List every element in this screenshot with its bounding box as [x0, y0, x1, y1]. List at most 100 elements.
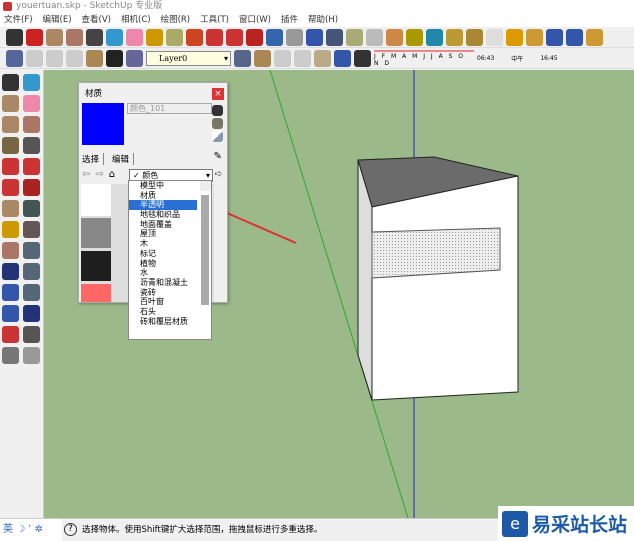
tool-icon[interactable] [66, 28, 83, 46]
tool-icon[interactable] [2, 74, 19, 91]
tool-icon[interactable] [406, 28, 423, 46]
view-icon[interactable] [354, 49, 371, 67]
tool-icon[interactable] [506, 28, 523, 46]
ime-indicator[interactable]: 英 ☽ ʾ ✲ [0, 519, 62, 541]
view-icon[interactable] [234, 49, 251, 67]
tool-icon[interactable] [2, 242, 19, 259]
material-swatch[interactable] [81, 184, 111, 216]
tool-icon[interactable] [23, 305, 40, 322]
tool-icon[interactable] [86, 28, 103, 46]
tool-icon[interactable] [306, 28, 323, 46]
tool-icon[interactable] [186, 28, 203, 46]
tool-icon[interactable] [23, 200, 40, 217]
tool-icon[interactable] [246, 28, 263, 46]
tool-icon[interactable] [486, 28, 503, 46]
tool-icon[interactable] [106, 28, 123, 46]
close-button[interactable]: × [212, 88, 224, 100]
tool-icon[interactable] [446, 28, 463, 46]
create-material-icon[interactable] [212, 118, 223, 129]
tool-icon[interactable] [226, 28, 243, 46]
view-style-icon[interactable] [106, 49, 123, 67]
dropdown-option[interactable]: 半透明 [129, 200, 197, 211]
tool-icon[interactable] [2, 137, 19, 154]
tool-icon[interactable] [23, 284, 40, 301]
view-icon[interactable] [254, 49, 271, 67]
tool-icon[interactable] [366, 28, 383, 46]
eyedropper-icon[interactable]: ✎ [214, 151, 222, 162]
dropdown-option[interactable]: 石头 [129, 307, 211, 317]
material-name-field[interactable]: 颜色_101 [127, 103, 212, 114]
tool-icon[interactable] [206, 28, 223, 46]
tool-icon[interactable] [2, 221, 19, 238]
menu-item[interactable]: 窗口(W) [239, 13, 271, 27]
material-swatch[interactable] [81, 251, 111, 281]
tool-icon[interactable] [23, 116, 40, 133]
menu-item[interactable]: 插件 [281, 13, 298, 27]
tool-icon[interactable] [586, 28, 603, 46]
dropdown-scrollbar[interactable] [200, 181, 211, 305]
tool-icon[interactable] [23, 74, 40, 91]
menu-item[interactable]: 相机(C) [121, 13, 151, 27]
dropdown-option[interactable]: 模型中 [129, 181, 211, 191]
dropdown-option[interactable]: 屋顶 [129, 229, 211, 239]
menu-item[interactable]: 工具(T) [200, 13, 229, 27]
tool-icon[interactable] [23, 137, 40, 154]
tool-icon[interactable] [526, 28, 543, 46]
tool-icon[interactable] [2, 179, 19, 196]
tool-icon[interactable] [6, 28, 23, 46]
menu-item[interactable]: 编辑(E) [43, 13, 72, 27]
tool-icon[interactable] [126, 28, 143, 46]
tool-icon[interactable] [2, 116, 19, 133]
home-icon[interactable]: ⌂ [109, 169, 115, 180]
back-icon[interactable]: ⇦ [82, 169, 90, 180]
tool-icon[interactable] [23, 221, 40, 238]
material-swatch[interactable] [81, 218, 111, 248]
view-style-icon[interactable] [66, 49, 83, 67]
tool-icon[interactable] [23, 179, 40, 196]
view-icon[interactable] [334, 49, 351, 67]
view-icon[interactable] [294, 49, 311, 67]
tool-icon[interactable] [286, 28, 303, 46]
shadow-month-slider[interactable]: J F M A M J J A S O N D [374, 49, 474, 67]
dropdown-option[interactable]: 水 [129, 268, 211, 278]
tool-icon[interactable] [146, 28, 163, 46]
tool-icon[interactable] [2, 200, 19, 217]
view-style-icon[interactable] [6, 49, 23, 67]
dropdown-option[interactable]: 标记 [129, 249, 211, 259]
tool-icon[interactable] [23, 95, 40, 112]
layer-select[interactable]: Layer0 [146, 50, 231, 66]
view-icon[interactable] [274, 49, 291, 67]
tool-icon[interactable] [326, 28, 343, 46]
tool-icon[interactable] [46, 28, 63, 46]
dropdown-option[interactable]: 材质 [129, 191, 211, 201]
tab-select[interactable]: 选择 [82, 153, 105, 165]
material-swatch[interactable] [81, 284, 111, 302]
tool-icon[interactable] [466, 28, 483, 46]
tab-edit[interactable]: 编辑 [112, 153, 135, 165]
tool-icon[interactable] [386, 28, 403, 46]
tool-icon[interactable] [23, 263, 40, 280]
tool-icon[interactable] [346, 28, 363, 46]
dropdown-option[interactable]: 百叶窗 [129, 297, 211, 307]
tool-icon[interactable] [2, 305, 19, 322]
details-icon[interactable]: ➪ [215, 169, 223, 180]
dropdown-option[interactable]: 砖和覆层材质 [129, 317, 211, 327]
dropdown-option[interactable]: 木 [129, 239, 211, 249]
dropdown-option[interactable]: 地面覆盖 [129, 220, 211, 230]
help-icon[interactable]: ? [64, 523, 77, 536]
tool-icon[interactable] [2, 95, 19, 112]
dropdown-option[interactable]: 瓷砖 [129, 288, 211, 298]
view-icon[interactable] [314, 49, 331, 67]
tool-icon[interactable] [23, 347, 40, 364]
menu-item[interactable]: 帮助(H) [308, 13, 338, 27]
dropdown-option[interactable]: 沥青和混凝土 [129, 278, 211, 288]
menu-item[interactable]: 绘图(R) [161, 13, 191, 27]
menu-item[interactable]: 查看(V) [82, 13, 111, 27]
tool-icon[interactable] [2, 158, 19, 175]
forward-icon[interactable]: ⇨ [95, 169, 103, 180]
default-material-icon[interactable] [212, 131, 223, 142]
tool-icon[interactable] [566, 28, 583, 46]
view-style-icon[interactable] [126, 49, 143, 67]
tool-icon[interactable] [2, 284, 19, 301]
tool-icon[interactable] [23, 326, 40, 343]
